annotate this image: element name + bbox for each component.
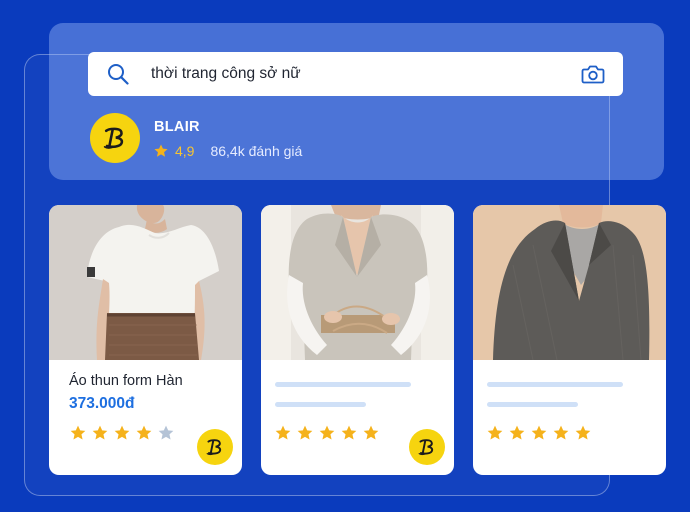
star-filled-icon (296, 424, 314, 442)
rating-value: 4,9 (175, 143, 195, 159)
price-placeholder (487, 402, 578, 407)
star-filled-icon (69, 424, 87, 442)
product-card[interactable]: Áo thun form Hàn 373.000đ (49, 205, 242, 475)
product-image-grey-blazer[interactable] (473, 205, 666, 360)
title-placeholder (487, 382, 623, 387)
store-badge (197, 429, 233, 465)
product-card[interactable] (261, 205, 454, 475)
title-placeholder (275, 382, 411, 387)
search-panel (49, 23, 664, 180)
star-icon (153, 143, 169, 159)
star-filled-icon (318, 424, 336, 442)
star-filled-icon (135, 424, 153, 442)
product-rating (486, 424, 592, 442)
search-input[interactable]: thời trang công sở nữ (151, 65, 301, 83)
star-filled-icon (530, 424, 548, 442)
product-image-white-tshirt[interactable] (49, 205, 242, 360)
product-image-grey-vest[interactable] (261, 205, 454, 360)
star-filled-icon (552, 424, 570, 442)
star-filled-icon (113, 424, 131, 442)
price-placeholder (275, 402, 366, 407)
product-title[interactable]: Áo thun form Hàn (69, 373, 183, 389)
product-price: 373.000đ (69, 395, 135, 412)
camera-icon[interactable] (581, 63, 605, 85)
blair-logo-icon (99, 122, 131, 154)
review-count: 86,4k đánh giá (210, 143, 303, 159)
store-badge (409, 429, 445, 465)
search-icon[interactable] (106, 62, 130, 86)
product-card[interactable] (473, 205, 666, 475)
store-rating: 4,9 86,4k đánh giá (153, 143, 302, 159)
product-rating (274, 424, 380, 442)
star-filled-icon (486, 424, 504, 442)
blair-logo-icon (203, 435, 227, 459)
star-filled-icon (362, 424, 380, 442)
star-filled-icon (274, 424, 292, 442)
star-filled-icon (574, 424, 592, 442)
star-filled-icon (91, 424, 109, 442)
star-filled-icon (508, 424, 526, 442)
product-rating (69, 424, 175, 442)
store-name[interactable]: BLAIR (154, 119, 200, 135)
blair-logo-icon (415, 435, 439, 459)
star-empty-icon (157, 424, 175, 442)
search-bar[interactable]: thời trang công sở nữ (88, 52, 623, 96)
star-filled-icon (340, 424, 358, 442)
store-logo[interactable] (90, 113, 140, 163)
